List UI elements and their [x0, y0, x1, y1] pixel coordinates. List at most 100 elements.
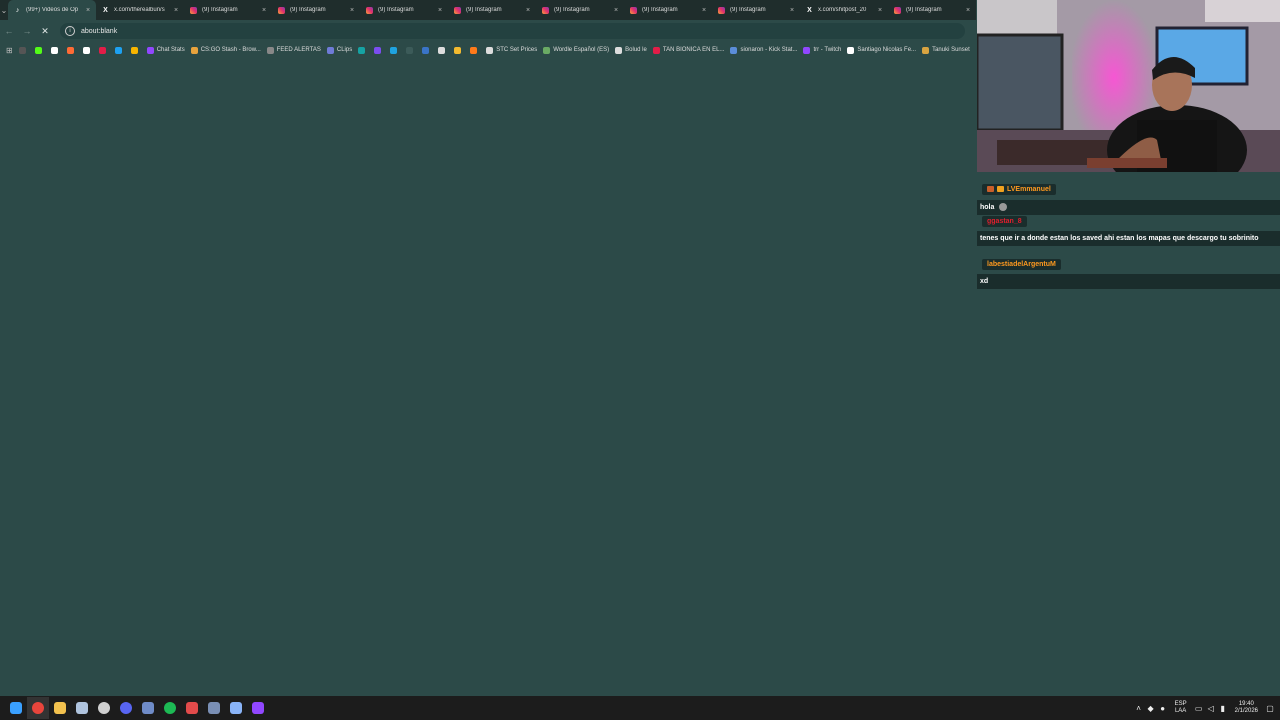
- stop-loading-button[interactable]: ✕: [36, 22, 54, 40]
- bookmark-favicon-icon: [543, 46, 551, 54]
- bookmark-item[interactable]: [98, 46, 109, 54]
- bookmark-item[interactable]: CLips: [326, 46, 352, 54]
- taskbar-app-button[interactable]: [225, 697, 247, 719]
- close-icon[interactable]: ×: [524, 7, 532, 14]
- microphone-icon[interactable]: ●: [1157, 704, 1169, 713]
- bookmark-favicon-icon: [190, 46, 198, 54]
- close-icon[interactable]: ×: [436, 7, 444, 14]
- bookmark-favicon-icon: [438, 46, 446, 54]
- bookmark-favicon-icon: [114, 46, 122, 54]
- browser-tab[interactable]: (9) Instagram ×: [624, 0, 712, 20]
- close-icon[interactable]: ×: [612, 7, 620, 14]
- bookmark-item[interactable]: [18, 46, 29, 54]
- browser-tab[interactable]: (9) Instagram ×: [360, 0, 448, 20]
- bookmark-label: Chat Stats: [156, 47, 185, 53]
- taskbar-app-button[interactable]: [27, 697, 49, 719]
- bookmark-item[interactable]: [406, 46, 416, 54]
- taskbar-app-button[interactable]: [49, 697, 71, 719]
- tab-title: (9) Instagram: [290, 7, 326, 13]
- bookmark-item[interactable]: Bolud le: [615, 46, 647, 54]
- network-icon[interactable]: ▭: [1193, 704, 1205, 713]
- chevron-up-icon[interactable]: ˄: [1133, 704, 1145, 713]
- volume-icon[interactable]: ◁: [1205, 704, 1217, 713]
- bookmark-item[interactable]: [82, 46, 93, 54]
- instagram-icon: [278, 6, 285, 14]
- forward-button[interactable]: →: [18, 22, 36, 40]
- browser-tab[interactable]: (9) Instagram ×: [888, 0, 976, 20]
- clock[interactable]: 19:40 2/1/2026: [1235, 701, 1258, 715]
- bookmark-favicon-icon: [406, 46, 414, 54]
- tab-title: (9) Instagram: [730, 7, 766, 13]
- bookmark-item[interactable]: [130, 46, 141, 54]
- bookmarks-bar: ⊞ Chat Stats CS:GO Stash - Brow... FEED ALE…: [0, 42, 976, 58]
- tab-search-chevron-icon[interactable]: ⌄: [0, 0, 8, 20]
- apps-grid-icon[interactable]: ⊞: [6, 46, 13, 55]
- close-icon[interactable]: ×: [964, 7, 972, 14]
- bookmark-item[interactable]: FEED ALERTAS: [266, 46, 321, 54]
- bookmark-item[interactable]: [374, 46, 384, 54]
- bookmark-favicon-icon: [50, 46, 58, 54]
- language-indicator[interactable]: ESP LAA: [1175, 701, 1187, 715]
- browser-tab[interactable]: (9) Instagram ×: [272, 0, 360, 20]
- notifications-icon[interactable]: ▢: [1264, 704, 1276, 713]
- keyboard-layout: LAA: [1174, 708, 1187, 714]
- info-icon[interactable]: i: [65, 26, 75, 36]
- bookmark-item[interactable]: [34, 46, 45, 54]
- browser-tab[interactable]: ♪ (99+) Videos de Op ×: [8, 0, 96, 20]
- back-button[interactable]: ←: [0, 22, 18, 40]
- close-icon[interactable]: ×: [700, 7, 708, 14]
- taskbar-app-button[interactable]: [181, 697, 203, 719]
- taskbar-app-button[interactable]: [115, 697, 137, 719]
- tab-title: x.com/therealbun/s: [114, 7, 165, 13]
- bookmark-item[interactable]: sionaron - Kick Stat...: [730, 46, 797, 54]
- close-icon[interactable]: ×: [84, 7, 92, 14]
- close-icon[interactable]: ×: [348, 7, 356, 14]
- bookmark-item[interactable]: [50, 46, 61, 54]
- taskbar-app-button[interactable]: [159, 697, 181, 719]
- address-bar[interactable]: i about:blank: [60, 23, 965, 39]
- close-icon[interactable]: ×: [172, 7, 180, 14]
- close-icon[interactable]: ×: [876, 7, 884, 14]
- bookmark-item[interactable]: Chat Stats: [146, 46, 185, 54]
- battery-icon[interactable]: ▮: [1217, 704, 1229, 713]
- instagram-icon: [190, 6, 197, 14]
- bookmark-item[interactable]: CS:GO Stash - Brow...: [190, 46, 261, 54]
- bookmark-item[interactable]: Tanuki Sunset: [922, 46, 970, 54]
- close-icon[interactable]: ×: [260, 7, 268, 14]
- bookmark-item[interactable]: [454, 46, 464, 54]
- bookmark-item[interactable]: TAN BIONICA EN EL...: [652, 46, 724, 54]
- taskbar: ˄ ◆ ● ESP LAA ▭ ◁ ▮ 19:40 2/1/2026 ▢: [0, 696, 1280, 720]
- clock-date: 2/1/2026: [1234, 708, 1258, 714]
- bookmark-item[interactable]: Wordle Español (ES): [543, 46, 609, 54]
- taskbar-app-button[interactable]: [71, 697, 93, 719]
- close-icon[interactable]: ×: [788, 7, 796, 14]
- bookmark-item[interactable]: [438, 46, 448, 54]
- system-tray: ˄ ◆ ● ESP LAA ▭ ◁ ▮ 19:40 2/1/2026 ▢: [1133, 696, 1280, 720]
- bookmark-item[interactable]: trr - Twitch: [803, 46, 841, 54]
- taskbar-app-button[interactable]: [247, 697, 269, 719]
- bookmark-item[interactable]: [358, 46, 368, 54]
- bookmark-item[interactable]: Santiago Nicolas Fe...: [847, 46, 916, 54]
- browser-tab[interactable]: (9) Instagram ×: [712, 0, 800, 20]
- bookmark-label: Tanuki Sunset: [932, 47, 970, 53]
- tab-title: (99+) Videos de Op: [26, 7, 79, 13]
- browser-tab[interactable]: Xx.com/shitpost_20 ×: [800, 0, 888, 20]
- bookmark-item[interactable]: [66, 46, 77, 54]
- browser-tab[interactable]: (9) Instagram ×: [536, 0, 624, 20]
- browser-tab[interactable]: (9) Instagram ×: [184, 0, 272, 20]
- steam-tray-icon[interactable]: ◆: [1145, 704, 1157, 713]
- bookmark-item[interactable]: [470, 46, 480, 54]
- twitch-icon: [252, 702, 264, 714]
- bookmark-favicon-icon: [130, 46, 138, 54]
- obs-icon: [98, 702, 110, 714]
- bookmark-item[interactable]: [422, 46, 432, 54]
- taskbar-app-button[interactable]: [203, 697, 225, 719]
- bookmark-item[interactable]: [390, 46, 400, 54]
- taskbar-app-button[interactable]: [137, 697, 159, 719]
- browser-tab[interactable]: (9) Instagram ×: [448, 0, 536, 20]
- taskbar-app-button[interactable]: [5, 697, 27, 719]
- bookmark-item[interactable]: STC Set Prices: [486, 46, 537, 54]
- taskbar-app-button[interactable]: [93, 697, 115, 719]
- bookmark-item[interactable]: [114, 46, 125, 54]
- browser-tab[interactable]: Xx.com/therealbun/s ×: [96, 0, 184, 20]
